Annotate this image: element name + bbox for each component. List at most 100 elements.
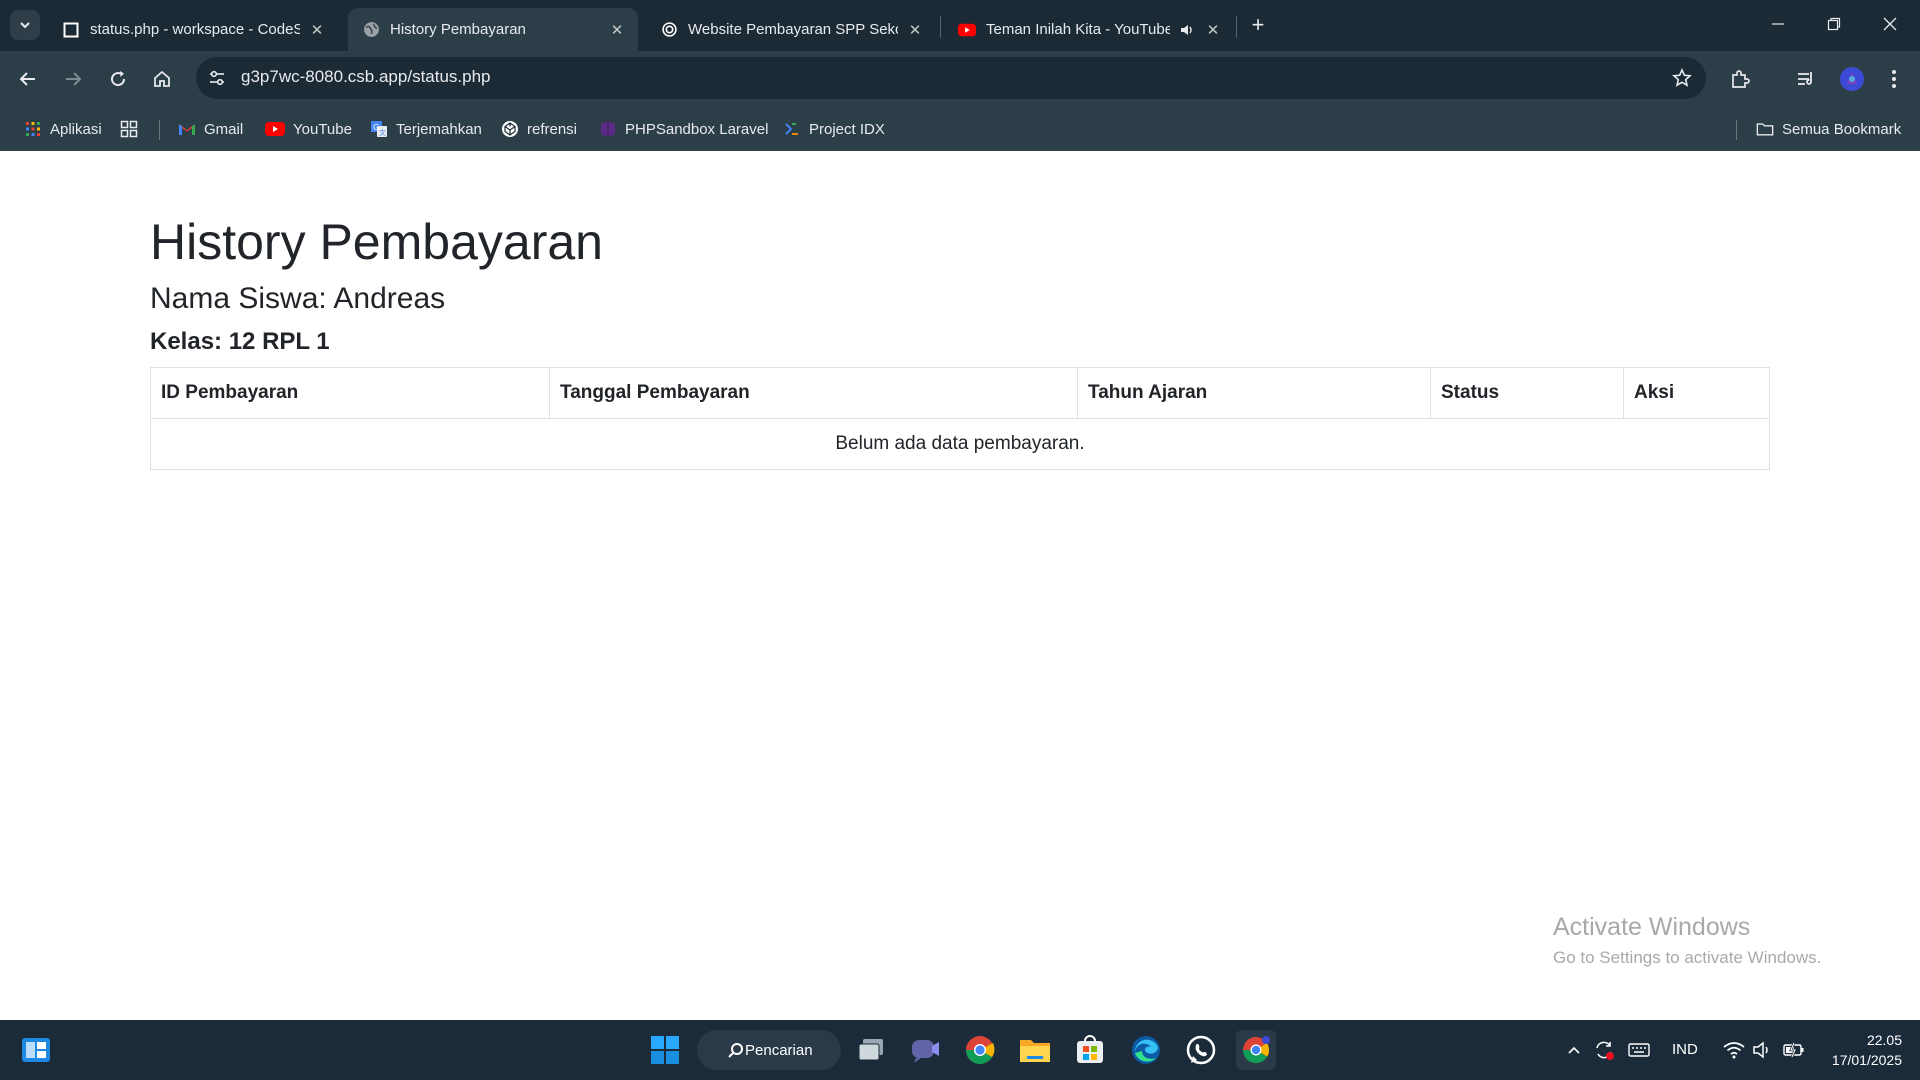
- bookmark-apps[interactable]: Aplikasi: [24, 116, 102, 142]
- chrome-icon: [966, 1036, 995, 1064]
- taskbar-search[interactable]: Pencarian: [697, 1030, 841, 1070]
- bookmark-all[interactable]: Semua Bookmark: [1756, 116, 1901, 142]
- close-window-button[interactable]: [1862, 0, 1918, 48]
- bookmark-translate[interactable]: G文 Terjemahkan: [370, 116, 482, 142]
- reload-icon: [111, 71, 126, 87]
- bookmark-label: PHPSandbox Laravel: [625, 120, 769, 138]
- extensions-button[interactable]: [1726, 65, 1754, 93]
- home-icon: [154, 70, 170, 87]
- student-class: Kelas: 12 RPL 1: [150, 328, 330, 355]
- battery-charging-icon: [1783, 1042, 1804, 1058]
- widgets-button[interactable]: [16, 1030, 56, 1070]
- bookmark-label: YouTube: [293, 120, 352, 138]
- gmail-icon: [178, 120, 196, 138]
- task-view-button[interactable]: [851, 1030, 891, 1070]
- tab-history-pembayaran[interactable]: History Pembayaran ✕: [348, 8, 638, 51]
- minimize-button[interactable]: [1750, 0, 1806, 48]
- chrome-taskbar-button[interactable]: [960, 1030, 1000, 1070]
- star-icon[interactable]: [1670, 66, 1694, 90]
- bookmark-refrensi[interactable]: refrensi: [501, 116, 577, 142]
- wifi-icon: [1723, 1042, 1745, 1059]
- back-button[interactable]: [13, 64, 43, 94]
- bookmark-label: Aplikasi: [50, 120, 102, 138]
- restore-button[interactable]: [1806, 0, 1862, 48]
- bookmark-youtube[interactable]: YouTube: [265, 116, 352, 142]
- chat-icon: [912, 1040, 939, 1063]
- touch-keyboard-button[interactable]: [1627, 1038, 1651, 1062]
- tab-search-button[interactable]: [10, 10, 40, 40]
- bookmark-gmail[interactable]: Gmail: [178, 116, 243, 142]
- system-clock[interactable]: 22.05 17/01/2025: [1822, 1030, 1902, 1070]
- bookmark-label: Gmail: [204, 120, 244, 138]
- page-title: History Pembayaran: [150, 214, 603, 270]
- arrow-left-icon: [19, 72, 35, 86]
- payment-history-table: ID Pembayaran Tanggal Pembayaran Tahun A…: [150, 367, 1770, 470]
- clock-time: 22.05: [1866, 1032, 1902, 1048]
- column-header-date: Tanggal Pembayaran: [549, 367, 1078, 419]
- bookmark-label: Terjemahkan: [396, 120, 482, 138]
- store-icon: [1077, 1035, 1103, 1063]
- speaker-icon[interactable]: [1178, 21, 1196, 39]
- restore-icon: [1827, 17, 1841, 31]
- search-label: Pencarian: [745, 1041, 813, 1059]
- translate-icon: G文: [370, 120, 388, 138]
- whatsapp-button[interactable]: [1181, 1030, 1221, 1070]
- tab-divider: [940, 16, 941, 38]
- close-icon[interactable]: ✕: [1204, 21, 1222, 39]
- watermark-subtitle: Go to Settings to activate Windows.: [1553, 948, 1822, 967]
- taskbar: Pencarian IND 22.05 17/01/2025: [0, 1020, 1920, 1080]
- tab-divider: [1236, 16, 1237, 38]
- reload-button[interactable]: [103, 64, 133, 94]
- close-icon: [1883, 17, 1897, 31]
- folder-icon: [1756, 120, 1774, 138]
- volume-status[interactable]: [1750, 1038, 1774, 1062]
- phpsandbox-icon: [599, 120, 617, 138]
- teams-chat-button[interactable]: [905, 1030, 945, 1070]
- bookmark-label: Project IDX: [809, 120, 885, 138]
- battery-status[interactable]: [1782, 1038, 1806, 1062]
- store-button[interactable]: [1070, 1030, 1110, 1070]
- bookmark-divider: [1736, 120, 1737, 140]
- windows-icon: [651, 1036, 679, 1064]
- bookmarks-bar: Aplikasi Gmail YouTube G文 Terjemahkan re…: [0, 108, 1920, 151]
- chrome-dev-icon: [1242, 1036, 1270, 1064]
- sync-status-button[interactable]: [1592, 1038, 1616, 1062]
- more-vertical-icon: [1892, 70, 1896, 88]
- start-button[interactable]: [645, 1030, 685, 1070]
- file-explorer-button[interactable]: [1015, 1030, 1055, 1070]
- bookmark-phpsandbox[interactable]: PHPSandbox Laravel: [599, 116, 768, 142]
- bookmark-project-idx[interactable]: Project IDX: [783, 116, 885, 142]
- empty-table-message: Belum ada data pembayaran.: [150, 418, 1770, 470]
- close-icon[interactable]: ✕: [906, 21, 924, 39]
- browser-menu-button[interactable]: [1880, 65, 1908, 93]
- profile-avatar[interactable]: [1838, 65, 1866, 93]
- input-language[interactable]: IND: [1672, 1041, 1698, 1058]
- address-url[interactable]: g3p7wc-8080.csb.app/status.php: [241, 67, 491, 87]
- svg-text:文: 文: [379, 128, 386, 137]
- watermark-title: Activate Windows: [1553, 913, 1751, 941]
- forward-button[interactable]: [58, 64, 88, 94]
- search-icon: [728, 1043, 743, 1058]
- address-bar[interactable]: g3p7wc-8080.csb.app/status.php: [196, 57, 1706, 99]
- tab-website-spp[interactable]: Website Pembayaran SPP Sekolah ✕: [646, 8, 936, 51]
- wifi-status[interactable]: [1722, 1038, 1746, 1062]
- tab-youtube[interactable]: Teman Inilah Kita - YouTube ✕: [944, 8, 1234, 51]
- bookmark-tab-groups[interactable]: [120, 116, 146, 142]
- apps-grid-icon: [24, 120, 42, 138]
- tray-overflow-button[interactable]: [1562, 1038, 1586, 1062]
- media-control-button[interactable]: [1792, 65, 1820, 93]
- home-button[interactable]: [147, 64, 177, 94]
- site-info-icon[interactable]: [206, 67, 228, 89]
- youtube-icon: [265, 120, 285, 138]
- whatsapp-icon: [1186, 1035, 1216, 1065]
- close-icon[interactable]: ✕: [308, 21, 326, 39]
- close-icon[interactable]: ✕: [608, 21, 626, 39]
- widgets-icon: [22, 1038, 50, 1062]
- codesandbox-icon: [62, 21, 80, 39]
- chrome-dev-button[interactable]: [1236, 1030, 1276, 1070]
- new-tab-button[interactable]: +: [1245, 12, 1271, 38]
- edge-button[interactable]: [1126, 1030, 1166, 1070]
- bookmark-divider: [159, 120, 160, 140]
- media-queue-icon: [1798, 72, 1812, 85]
- tab-codesandbox[interactable]: status.php - workspace - CodeSandbox ✕: [48, 8, 338, 51]
